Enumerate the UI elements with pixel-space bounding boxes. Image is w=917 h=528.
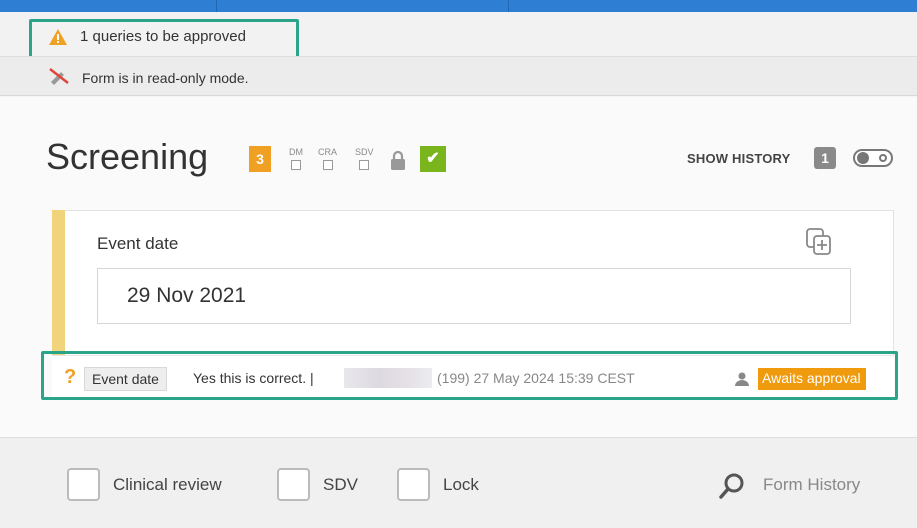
history-count-badge[interactable]: 1	[814, 147, 836, 169]
clinical-review-label[interactable]: Clinical review	[113, 475, 222, 495]
sdv-flag-box[interactable]	[359, 160, 370, 170]
show-history-label[interactable]: SHOW HISTORY	[687, 151, 791, 166]
sdv-checkbox[interactable]	[277, 468, 310, 501]
readonly-notice-text: Form is in read-only mode.	[82, 70, 249, 86]
form-history-link[interactable]: Form History	[763, 475, 860, 495]
clinical-review-checkbox[interactable]	[67, 468, 100, 501]
sdv-flag-label: SDV	[355, 147, 374, 157]
lock-checkbox[interactable]	[397, 468, 430, 501]
queries-notice-text[interactable]: 1 queries to be approved	[80, 28, 246, 45]
user-icon	[735, 372, 749, 386]
copy-add-icon[interactable]	[806, 228, 832, 256]
top-nav-divider	[508, 0, 509, 12]
field-status-stripe	[52, 210, 65, 355]
awaits-approval-badge[interactable]: Awaits approval	[758, 368, 866, 390]
readonly-icon	[49, 68, 69, 85]
event-date-input[interactable]: 29 Nov 2021	[97, 268, 851, 324]
check-icon[interactable]: ✔	[420, 146, 446, 172]
sdv-label[interactable]: SDV	[323, 475, 358, 495]
toggle-knob	[857, 152, 869, 164]
search-icon[interactable]	[719, 472, 745, 500]
query-count-badge[interactable]: 3	[249, 146, 271, 172]
toggle-off-ring	[879, 154, 887, 162]
cra-flag[interactable]: CRA	[318, 147, 337, 170]
query-meta: (199) 27 May 2024 15:39 CEST	[437, 370, 635, 386]
sdv-flag[interactable]: SDV	[355, 147, 374, 170]
warning-icon	[49, 29, 67, 45]
form-title: Screening	[46, 136, 209, 177]
redacted-username	[344, 368, 432, 388]
top-nav-divider	[216, 0, 217, 12]
event-date-label: Event date	[97, 234, 179, 253]
show-history-toggle[interactable]	[853, 149, 893, 167]
top-nav-bar	[0, 0, 917, 12]
query-field-tag[interactable]: Event date	[84, 367, 167, 391]
dm-flag-label: DM	[289, 147, 303, 157]
query-message: Yes this is correct. |	[193, 370, 314, 386]
lock-label[interactable]: Lock	[443, 475, 479, 495]
lock-icon[interactable]	[390, 150, 406, 170]
cra-flag-box[interactable]	[322, 160, 333, 170]
dm-flag-box[interactable]	[291, 160, 301, 170]
dm-flag[interactable]: DM	[289, 147, 303, 170]
cra-flag-label: CRA	[318, 147, 338, 157]
question-icon[interactable]: ?	[64, 366, 76, 389]
